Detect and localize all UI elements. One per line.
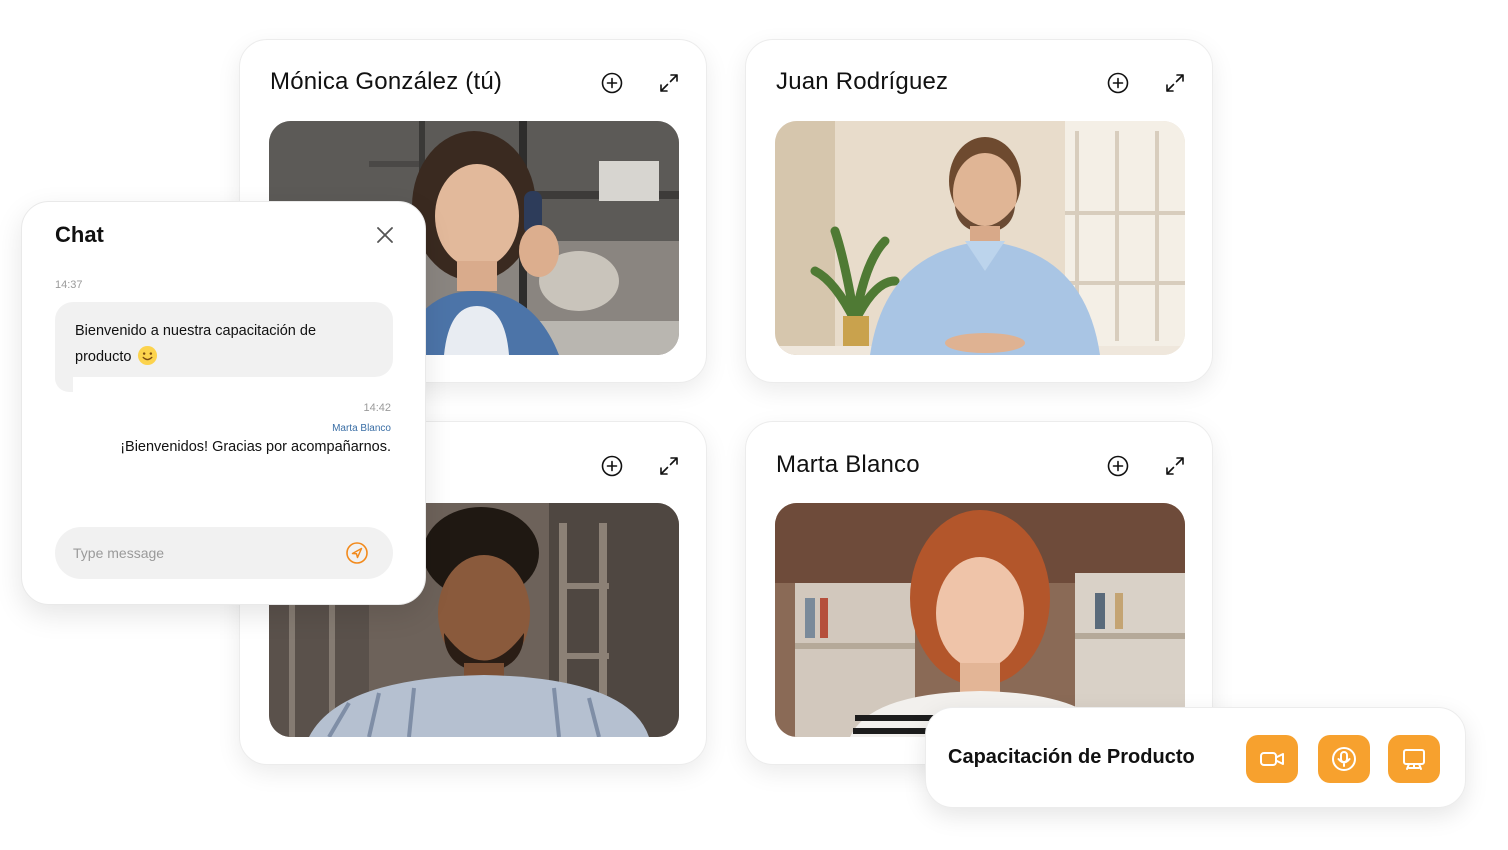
chat-panel: Chat 14:37 Bienvenido a nuestra capacita… <box>21 201 426 605</box>
chat-message-incoming: Bienvenido a nuestra capacitación de pro… <box>55 302 393 377</box>
add-participant-button[interactable] <box>1105 453 1131 479</box>
message-sender: Marta Blanco <box>332 423 391 434</box>
smile-emoji-icon <box>138 345 158 366</box>
screen-share-button[interactable] <box>1388 735 1440 783</box>
close-icon <box>377 227 393 243</box>
microphone-icon <box>1332 747 1356 771</box>
message-input[interactable] <box>73 527 333 579</box>
add-participant-button[interactable] <box>1105 70 1131 96</box>
expand-icon <box>1166 74 1184 92</box>
expand-button[interactable] <box>1162 70 1188 96</box>
participant-video <box>775 503 1185 737</box>
send-icon <box>346 542 368 564</box>
add-participant-button[interactable] <box>599 70 625 96</box>
participant-name: Marta Blanco <box>776 451 920 478</box>
expand-button[interactable] <box>1162 453 1188 479</box>
message-text: Bienvenido a nuestra capacitación de pro… <box>75 323 317 365</box>
plus-circle-icon <box>601 72 623 94</box>
send-button[interactable] <box>345 541 369 565</box>
chat-title: Chat <box>55 222 104 247</box>
expand-icon <box>660 74 678 92</box>
participant-name: Juan Rodríguez <box>776 68 949 95</box>
microphone-toggle-button[interactable] <box>1318 735 1370 783</box>
chat-message-outgoing: ¡Bienvenidos! Gracias por acompañarnos. <box>120 439 391 455</box>
participant-name: Mónica González (tú) <box>270 68 503 95</box>
plus-circle-icon <box>1107 455 1129 477</box>
participant-video <box>775 121 1185 355</box>
screen-share-icon <box>1403 749 1425 770</box>
expand-button[interactable] <box>656 70 682 96</box>
expand-icon <box>660 457 678 475</box>
plus-circle-icon <box>1107 72 1129 94</box>
plus-circle-icon <box>601 455 623 477</box>
expand-icon <box>1166 457 1184 475</box>
message-timestamp: 14:42 <box>363 402 391 414</box>
camera-toggle-button[interactable] <box>1246 735 1298 783</box>
add-participant-button[interactable] <box>599 453 625 479</box>
video-camera-icon <box>1260 752 1284 766</box>
close-chat-button[interactable] <box>374 224 396 246</box>
message-input-box <box>55 527 393 579</box>
participant-card-juan: Juan Rodríguez <box>745 39 1213 383</box>
meeting-controls: Capacitación de Producto <box>925 707 1466 808</box>
meeting-title: Capacitación de Producto <box>948 746 1195 768</box>
message-timestamp: 14:37 <box>55 279 83 291</box>
expand-button[interactable] <box>656 453 682 479</box>
